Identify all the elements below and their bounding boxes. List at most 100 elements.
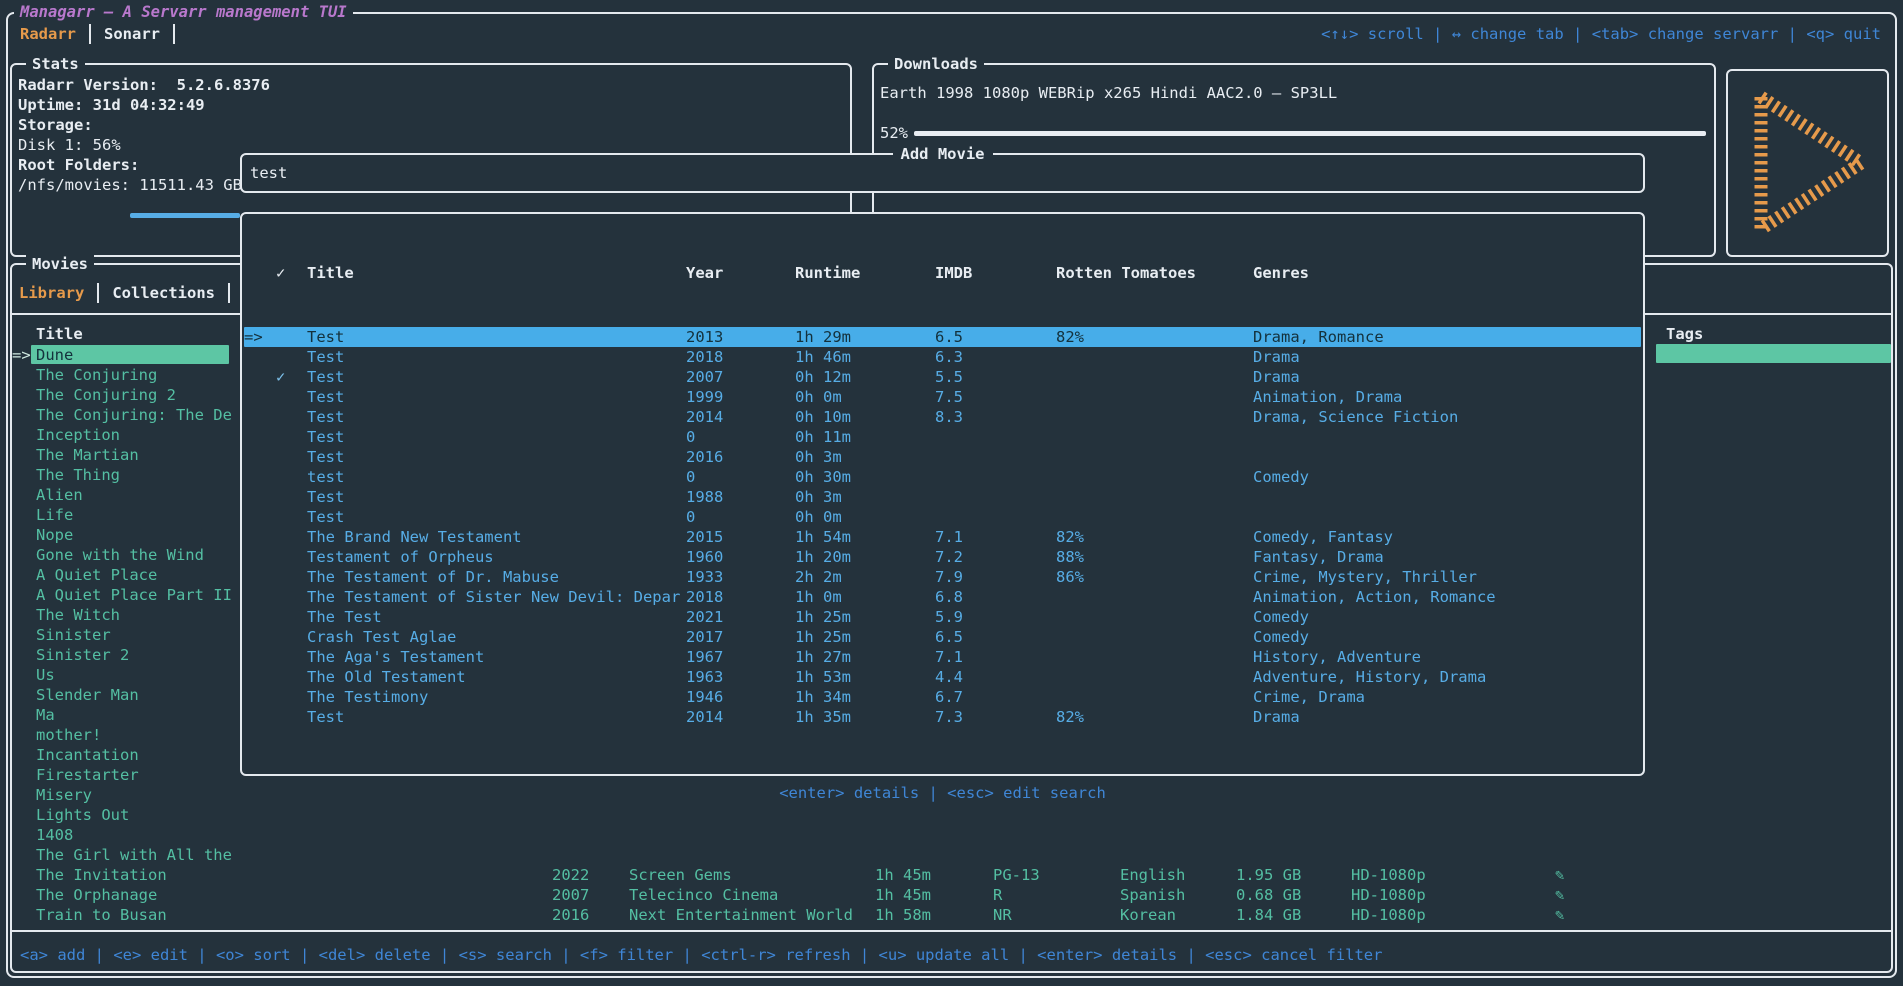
library-row[interactable]: Life: [12, 505, 229, 525]
result-year: 2021: [686, 607, 795, 627]
search-result-row[interactable]: Testament of Orpheus19601h 20m7.288%Fant…: [244, 547, 1641, 567]
library-row[interactable]: Incantation: [12, 745, 229, 765]
tab-library[interactable]: Library: [19, 283, 84, 303]
library-row[interactable]: Alien: [12, 485, 229, 505]
search-result-row[interactable]: The Testimony19461h 34m6.7Crime, Drama: [244, 687, 1641, 707]
search-result-row[interactable]: Test00h 0m: [244, 507, 1641, 527]
library-row[interactable]: The Witch: [12, 605, 229, 625]
movie-title: The Thing: [31, 465, 229, 485]
check-icon: [276, 627, 307, 647]
download-item-title[interactable]: Earth 1998 1080p WEBRip x265 Hindi AAC2.…: [880, 83, 1337, 103]
library-row[interactable]: mother!: [12, 725, 229, 745]
selected-row-tags-cell: [1656, 344, 1891, 363]
result-genres: [1253, 447, 1641, 467]
search-result-row[interactable]: Test19880h 3m: [244, 487, 1641, 507]
library-row[interactable]: The Conjuring: The De: [12, 405, 229, 425]
result-year: 1960: [686, 547, 795, 567]
add-movie-results-table: ✓ Title Year Runtime IMDB Rotten Tomatoe…: [240, 212, 1645, 776]
selection-marker-icon: [12, 725, 31, 745]
result-year: 1988: [686, 487, 795, 507]
result-genres: Drama: [1253, 707, 1641, 727]
search-result-row[interactable]: Test00h 11m: [244, 427, 1641, 447]
tab-separator: [89, 24, 91, 44]
result-imdb: 7.3: [935, 707, 1056, 727]
row-year: 2007: [552, 885, 629, 905]
result-rt: [1056, 647, 1253, 667]
library-row[interactable]: Train to Busan: [12, 905, 229, 925]
library-row[interactable]: The Girl with All the: [12, 845, 229, 865]
library-row[interactable]: Misery: [12, 785, 229, 805]
result-imdb: 7.2: [935, 547, 1056, 567]
row-language: Korean: [1120, 905, 1236, 925]
result-genres: Comedy, Fantasy: [1253, 527, 1641, 547]
library-row[interactable]: Inception: [12, 425, 229, 445]
result-title: Test: [307, 347, 686, 367]
search-result-row[interactable]: Test19990h 0m7.5Animation, Drama: [244, 387, 1641, 407]
search-result-row[interactable]: Test20160h 3m: [244, 447, 1641, 467]
search-result-row[interactable]: ✓Test20070h 12m5.5Drama: [244, 367, 1641, 387]
result-runtime: 0h 0m: [795, 507, 935, 527]
library-row[interactable]: The Conjuring 2: [12, 385, 229, 405]
edit-icon[interactable]: ✎: [1555, 865, 1564, 885]
edit-icon[interactable]: ✎: [1555, 905, 1564, 925]
movie-title: A Quiet Place: [31, 565, 229, 585]
library-row[interactable]: A Quiet Place: [12, 565, 229, 585]
result-title: Crash Test Aglae: [307, 627, 686, 647]
library-row[interactable]: Us: [12, 665, 229, 685]
check-icon: [276, 587, 307, 607]
library-row[interactable]: A Quiet Place Part II: [12, 585, 229, 605]
selection-marker-icon: [244, 687, 276, 707]
library-row[interactable]: Nope: [12, 525, 229, 545]
library-row[interactable]: 1408: [12, 825, 229, 845]
managarr-app: Managarr – A Servarr management TUI Rada…: [0, 0, 1903, 986]
library-row[interactable]: The Thing: [12, 465, 229, 485]
result-runtime: 1h 46m: [795, 347, 935, 367]
library-table-row[interactable]: 2016Next Entertainment World1h 58mNRKore…: [552, 905, 1662, 925]
library-row[interactable]: Sinister: [12, 625, 229, 645]
result-runtime: 0h 11m: [795, 427, 935, 447]
result-runtime: 2h 2m: [795, 567, 935, 587]
library-row[interactable]: Firestarter: [12, 765, 229, 785]
library-row[interactable]: The Invitation: [12, 865, 229, 885]
search-result-row[interactable]: Test20141h 35m7.382%Drama: [244, 707, 1641, 727]
library-table-row[interactable]: 2007Telecinco Cinema1h 45mRSpanish0.68 G…: [552, 885, 1662, 905]
tab-sonarr[interactable]: Sonarr: [104, 24, 160, 44]
search-result-row[interactable]: =>Test20131h 29m6.582%Drama, Romance: [244, 327, 1641, 347]
library-row[interactable]: The Conjuring: [12, 365, 229, 385]
runtime-col-header: Runtime: [795, 263, 935, 283]
library-row[interactable]: Sinister 2: [12, 645, 229, 665]
search-result-row[interactable]: Test20181h 46m6.3Drama: [244, 347, 1641, 367]
search-result-row[interactable]: The Brand New Testament20151h 54m7.182%C…: [244, 527, 1641, 547]
search-result-row[interactable]: The Test20211h 25m5.9Comedy: [244, 607, 1641, 627]
edit-icon[interactable]: ✎: [1555, 885, 1564, 905]
search-input[interactable]: test: [250, 163, 287, 183]
search-result-row[interactable]: Crash Test Aglae20171h 25m6.5Comedy: [244, 627, 1641, 647]
result-imdb: [935, 507, 1056, 527]
search-result-row[interactable]: test00h 30mComedy: [244, 467, 1641, 487]
library-row[interactable]: The Orphanage: [12, 885, 229, 905]
library-row[interactable]: The Martian: [12, 445, 229, 465]
search-result-row[interactable]: Test20140h 10m8.3Drama, Science Fiction: [244, 407, 1641, 427]
library-row[interactable]: Slender Man: [12, 685, 229, 705]
library-row[interactable]: Lights Out: [12, 805, 229, 825]
library-row[interactable]: =>Dune: [12, 345, 229, 365]
library-table-row[interactable]: 2022Screen Gems1h 45mPG-13English1.95 GB…: [552, 865, 1662, 885]
tab-collections[interactable]: Collections: [112, 283, 215, 303]
library-row[interactable]: Ma: [12, 705, 229, 725]
movie-title: Us: [31, 665, 229, 685]
search-result-row[interactable]: The Aga's Testament19671h 27m7.1History,…: [244, 647, 1641, 667]
selection-marker-icon: [244, 407, 276, 427]
add-movie-search-box[interactable]: Add Movie test: [240, 153, 1645, 193]
tab-radarr[interactable]: Radarr: [20, 24, 76, 44]
library-row[interactable]: Gone with the Wind: [12, 545, 229, 565]
selection-marker-icon: [244, 347, 276, 367]
movie-title: mother!: [31, 725, 229, 745]
row-rating: NR: [993, 905, 1120, 925]
search-result-row[interactable]: The Testament of Sister New Devil: Depar…: [244, 587, 1641, 607]
result-runtime: 1h 20m: [795, 547, 935, 567]
movie-title: The Invitation: [31, 865, 229, 885]
search-result-row[interactable]: The Testament of Dr. Mabuse19332h 2m7.98…: [244, 567, 1641, 587]
result-rt: [1056, 467, 1253, 487]
result-runtime: 1h 27m: [795, 647, 935, 667]
search-result-row[interactable]: The Old Testament19631h 53m4.4Adventure,…: [244, 667, 1641, 687]
